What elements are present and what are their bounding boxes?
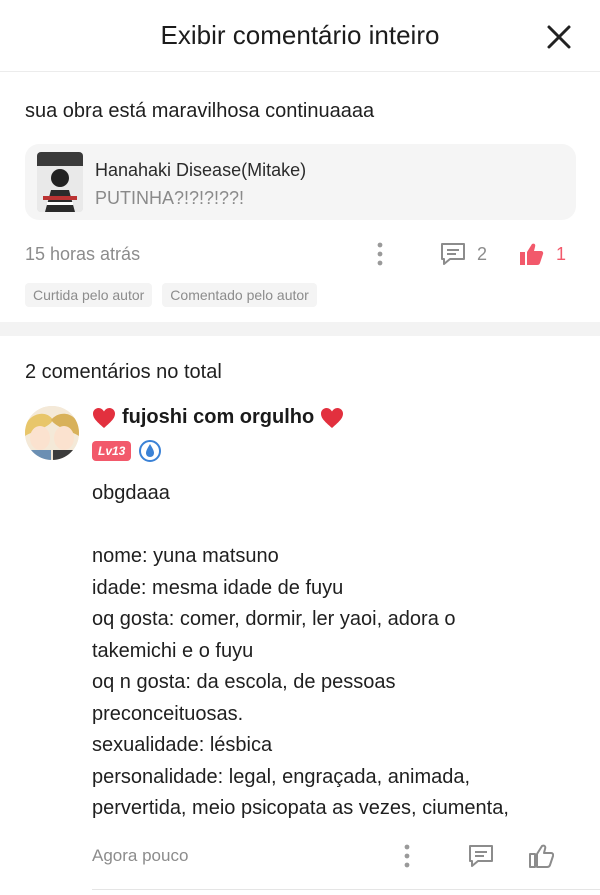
droplet-badge-icon — [139, 440, 162, 462]
comment-meta-row: 15 horas atrás 2 1 — [25, 240, 575, 270]
user-badges: Lv13 — [92, 440, 162, 462]
heart-icon — [93, 407, 115, 428]
reply-line — [92, 510, 582, 542]
more-dots-icon[interactable] — [400, 842, 414, 870]
reply-line: nome: yuna matsuno — [92, 545, 279, 567]
reply-body: obgdaaa nome: yuna matsuno idade: mesma … — [92, 478, 582, 825]
heart-icon — [321, 407, 344, 428]
reply-username[interactable]: fujoshi com orgulho — [92, 406, 344, 429]
close-icon[interactable] — [544, 22, 574, 52]
level-badge: Lv13 — [92, 441, 132, 461]
comment-tags: Curtida pelo autor Comentado pelo autor — [25, 283, 317, 307]
reply-meta-row: Agora pouco — [92, 842, 582, 870]
reply-line: personalidade: legal, engraçada, animada… — [92, 765, 471, 788]
reply-line: takemichi e o fuyu — [92, 639, 254, 662]
reply-line: sexualidade: lésbica — [92, 734, 273, 756]
thumbs-up-icon — [529, 844, 554, 868]
story-reference-card[interactable]: Hanahaki Disease(Mitake) PUTINHA?!?!?!??… — [25, 144, 576, 220]
reply-line: oq n gosta: da escola, de pessoas — [92, 671, 396, 693]
tag-commented-by-author: Comentado pelo autor — [162, 283, 317, 307]
thumbs-up-icon — [520, 243, 544, 265]
main-comment: sua obra está maravilhosa continuaaaa Ha… — [0, 72, 600, 322]
comment-icon — [441, 243, 465, 265]
reply-line: oq gosta: comer, dormir, ler yaoi, adora… — [92, 608, 456, 630]
reply-line: idade: mesma idade de fuyu — [92, 576, 344, 599]
section-divider — [0, 322, 600, 336]
total-comments-label: 2 comentários no total — [25, 361, 222, 383]
reply-count: 2 — [477, 243, 488, 264]
avatar[interactable] — [25, 406, 79, 460]
chapter-title: PUTINHA?!?!?!??! — [95, 188, 245, 208]
header: Exibir comentário inteiro — [0, 0, 600, 72]
comment-icon — [469, 845, 493, 867]
reply-line: preconceituosas. — [92, 702, 244, 725]
reply-comment: fujoshi com orgulho Lv13 obgdaaa nome: y… — [0, 398, 600, 895]
comment-sheet: Exibir comentário inteiro sua obra está … — [0, 0, 600, 895]
more-dots-icon[interactable] — [373, 240, 387, 268]
reply-line: pervertida, meio psicopata as vezes, ciu… — [92, 797, 509, 819]
story-title: Hanahaki Disease(Mitake) — [95, 160, 307, 180]
comment-time: 15 horas atrás — [25, 244, 141, 264]
reply-line: obgdaaa — [92, 482, 170, 504]
reply-time: Agora pouco — [92, 846, 189, 865]
reply-button[interactable]: 2 — [439, 240, 487, 268]
reply-to-reply-button[interactable] — [467, 842, 495, 870]
bottom-divider — [92, 889, 600, 890]
like-count: 1 — [556, 243, 567, 264]
tag-liked-by-author: Curtida pelo autor — [25, 283, 153, 307]
page-title: Exibir comentário inteiro — [160, 20, 440, 50]
like-reply-button[interactable] — [528, 842, 554, 870]
story-cover-thumbnail — [37, 152, 83, 212]
comment-text: sua obra está maravilhosa continuaaaa — [25, 100, 375, 122]
username-text: fujoshi com orgulho — [122, 406, 315, 428]
like-button[interactable]: 1 — [518, 240, 566, 268]
